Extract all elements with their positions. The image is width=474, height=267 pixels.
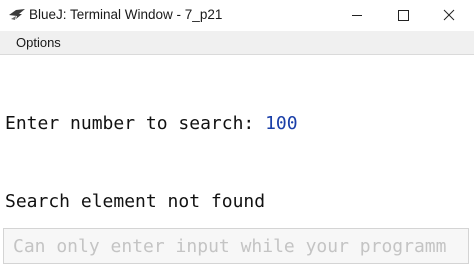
title-bar: BlueJ: Terminal Window - 7_p21 [0, 0, 474, 31]
terminal-line: Enter number to search: 100 [5, 111, 298, 137]
maximize-icon [398, 10, 409, 21]
menu-divider [0, 54, 474, 55]
close-icon [443, 9, 455, 21]
maximize-button[interactable] [380, 0, 426, 31]
close-button[interactable] [426, 0, 472, 31]
terminal-output: Enter number to search: 100 Search eleme… [5, 59, 298, 241]
terminal-line: Search element not found [5, 191, 266, 212]
prompt-text: Enter number to search: [5, 113, 266, 134]
menu-bar: Options [0, 31, 474, 54]
input-placeholder: Can only enter input while your programm [13, 236, 447, 257]
menu-options[interactable]: Options [16, 35, 61, 50]
minimize-button[interactable] [334, 0, 380, 31]
bluej-bird-icon [9, 9, 25, 20]
window-title: BlueJ: Terminal Window - 7_p21 [29, 7, 223, 22]
user-input-echo: 100 [265, 113, 298, 134]
terminal-input-field[interactable]: Can only enter input while your programm [3, 228, 469, 264]
minimize-icon [352, 15, 362, 16]
